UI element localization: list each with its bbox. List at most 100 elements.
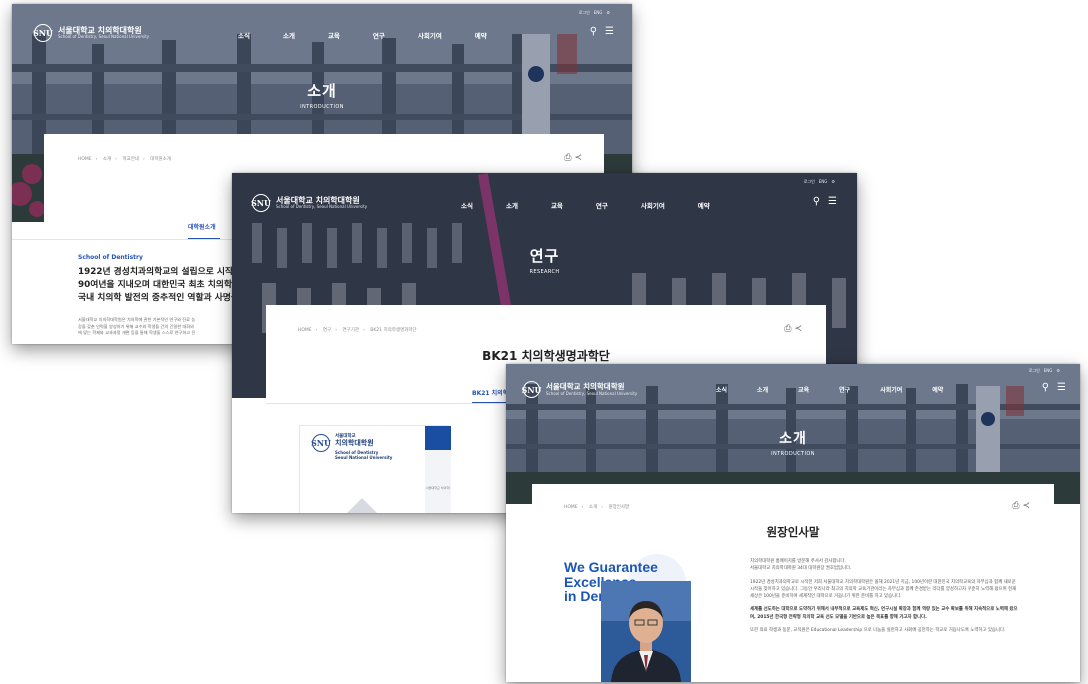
tab-graduate-intro[interactable]: 대학원소개 (188, 222, 216, 231)
logo-name-en: School of Dentistry, Seoul National Univ… (58, 34, 150, 40)
breadcrumb-item[interactable]: 소개 (589, 505, 597, 510)
language-link[interactable]: ENG (594, 10, 603, 16)
hero-title-en: INTRODUCTION (771, 451, 815, 457)
hero-title-en: INTRODUCTION (300, 104, 344, 110)
tab-bk21[interactable]: BK21 치의학 (472, 388, 508, 397)
breadcrumb-item[interactable]: 학교안내 (122, 157, 139, 162)
login-link[interactable]: 로그인 (1029, 368, 1040, 374)
nav-research[interactable]: 연구 (373, 30, 385, 40)
greeting-paragraph: 치의학대학원 홈페이지를 방문해 주셔서 감사합니다. 서울대학교 치의학대학원 … (750, 559, 852, 572)
site-logo[interactable]: SNU 서울대학교 치의학대학원 School of Dentistry, Se… (521, 381, 638, 398)
share-icon[interactable]: ≺ (1022, 501, 1030, 511)
gear-icon[interactable]: ⚙ (831, 179, 835, 185)
breadcrumb: HOME › 소개 › 원장인사말 (564, 505, 630, 510)
hero-title-ko: 연구 (529, 247, 560, 265)
language-link[interactable]: ENG (819, 179, 828, 185)
utility-links: 로그인 ENG ⚙ (579, 10, 610, 16)
hero-heading: 소개 INTRODUCTION (506, 428, 1080, 457)
logo-name-en: School of Dentistry, Seoul National Univ… (546, 390, 638, 396)
header-icons: ⚲ ☰ (590, 26, 614, 37)
nav-contribution[interactable]: 사회기여 (641, 200, 665, 210)
main-nav: 소식 소개 교육 연구 사회기여 예약 (461, 200, 710, 210)
login-link[interactable]: 로그인 (579, 10, 590, 16)
nav-reservation[interactable]: 예약 (932, 385, 943, 394)
site-logo[interactable]: SNU 서울대학교 치의학대학원 School of Dentistry, Se… (251, 194, 367, 212)
gear-icon[interactable]: ⚙ (1056, 368, 1060, 374)
hero-heading: 연구 RESEARCH (232, 245, 857, 275)
breadcrumb-current: BK21 치의학생명과학단 (370, 328, 417, 333)
dean-portrait (601, 581, 691, 682)
brochure-image: SNU 서울대학교 치의학대학원 School of Dentistry Seo… (299, 425, 451, 513)
search-icon[interactable]: ⚲ (1042, 382, 1049, 393)
gear-icon[interactable]: ⚙ (606, 10, 610, 16)
hero-heading: 소개 INTRODUCTION (12, 80, 632, 110)
site-logo[interactable]: SNU 서울대학교 치의학대학원 School of Dentistry, Se… (33, 24, 150, 42)
hero-title-en: RESEARCH (529, 269, 560, 275)
greeting-paragraph: 1922년 경성치과의학교로 시작한 저희 서울대학교 치의학대학원은 올해 2… (750, 579, 1017, 600)
nav-news[interactable]: 소식 (461, 200, 473, 210)
nav-education[interactable]: 교육 (328, 30, 340, 40)
university-seal-icon: SNU (33, 24, 53, 42)
breadcrumb-item[interactable]: 소개 (103, 157, 111, 162)
share-icon[interactable]: ≺ (574, 153, 582, 163)
university-seal-icon: SNU (251, 194, 271, 212)
dean-photo (601, 581, 691, 682)
nav-news[interactable]: 소식 (238, 30, 250, 40)
nav-reservation[interactable]: 예약 (698, 200, 710, 210)
share-icon[interactable]: ≺ (794, 324, 802, 334)
breadcrumb-current: 대학원소개 (150, 157, 171, 162)
tab-active-indicator (188, 238, 220, 239)
nav-research[interactable]: 연구 (839, 385, 850, 394)
menu-icon[interactable]: ☰ (1057, 382, 1066, 393)
menu-icon[interactable]: ☰ (828, 196, 837, 207)
brochure-cover-band (425, 426, 451, 450)
breadcrumb: HOME › 소개 › 학교안내 › 대학원소개 (78, 157, 171, 162)
print-icon[interactable]: ⎙ (784, 324, 791, 334)
brochure-logo: SNU 서울대학교 치의학대학원 School of Dentistry Seo… (311, 434, 393, 460)
nav-news[interactable]: 소식 (716, 385, 727, 394)
login-link[interactable]: 로그인 (804, 179, 815, 185)
brochure-name-large: 치의학대학원 (335, 439, 374, 448)
university-seal-icon: SNU (521, 381, 542, 398)
nav-contribution[interactable]: 사회기여 (880, 385, 902, 394)
menu-icon[interactable]: ☰ (605, 26, 614, 37)
screenshot-greeting-page: SNU 서울대학교 치의학대학원 School of Dentistry, Se… (506, 364, 1080, 682)
page-title: 원장인사말 (766, 525, 820, 539)
header: SNU 서울대학교 치의학대학원 School of Dentistry, Se… (506, 364, 1080, 406)
greeting-paragraph-bold: 세계를 선도하는 대학으로 도약하기 위해서 내부적으로 교육제도 혁신, 연구… (750, 607, 1018, 620)
nav-contribution[interactable]: 사회기여 (418, 30, 442, 40)
breadcrumb-home[interactable]: HOME (78, 157, 92, 162)
search-icon[interactable]: ⚲ (590, 26, 597, 37)
language-link[interactable]: ENG (1044, 368, 1053, 374)
nav-about[interactable]: 소개 (506, 200, 518, 210)
content-card: HOME› 소개› 원장인사말 ⎙ ≺ 원장인사말 We Guarantee E… (532, 484, 1054, 682)
hero-title-ko: 소개 (307, 82, 337, 100)
nav-education[interactable]: 교육 (551, 200, 563, 210)
brochure-name-en: Seoul National University (335, 454, 393, 460)
header-icons: ⚲ ☰ (1042, 382, 1066, 393)
breadcrumb-home[interactable]: HOME (564, 505, 578, 510)
nav-reservation[interactable]: 예약 (475, 30, 487, 40)
main-nav: 소식 소개 교육 연구 사회기여 예약 (716, 385, 943, 394)
nav-about[interactable]: 소개 (757, 385, 768, 394)
breadcrumb-item[interactable]: 연구 (323, 328, 331, 333)
greeting-paragraph: 또한 의료 학생과 동문, 교직원은 Educational Leadershi… (750, 627, 1006, 633)
page-tools: ⎙ ≺ (564, 153, 582, 163)
slogan-line: We Guarantee (564, 559, 658, 575)
nav-research[interactable]: 연구 (596, 200, 608, 210)
main-nav: 소식 소개 교육 연구 사회기여 예약 (238, 30, 487, 40)
utility-links: 로그인 ENG ⚙ (804, 179, 835, 185)
nav-education[interactable]: 교육 (798, 385, 809, 394)
brochure-triangle (344, 498, 380, 513)
brochure-cover-caption: 서울대학교 치의학대학원 (426, 486, 450, 490)
header: SNU 서울대학교 치의학대학원 School of Dentistry, Se… (12, 4, 632, 46)
search-icon[interactable]: ⚲ (813, 196, 820, 207)
breadcrumb: HOME › 연구 › 연구기관 › BK21 치의학생명과학단 (298, 328, 417, 333)
breadcrumb-item[interactable]: 연구기관 (342, 328, 359, 333)
print-icon[interactable]: ⎙ (564, 153, 571, 163)
nav-about[interactable]: 소개 (283, 30, 295, 40)
intro-body: 서울대학교 치의학대학원은 치의학에 관한 기본적인 연구와 진료 능 강을 갖… (78, 317, 196, 336)
print-icon[interactable]: ⎙ (1012, 501, 1019, 511)
breadcrumb-home[interactable]: HOME (298, 328, 312, 333)
breadcrumb-current: 원장인사말 (608, 505, 630, 510)
